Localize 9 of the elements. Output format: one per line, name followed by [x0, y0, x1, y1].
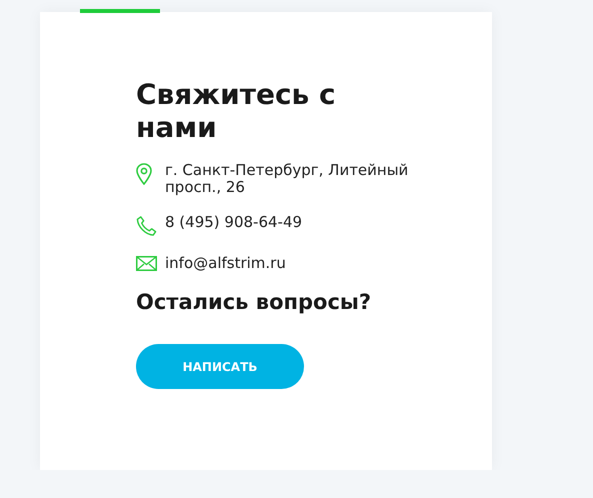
- envelope-icon: [136, 256, 157, 271]
- phone-icon: [136, 215, 157, 237]
- location-pin-icon: [136, 163, 152, 185]
- contact-text: 8 (495) 908-64-49: [165, 214, 302, 231]
- contact-heading: Свяжитесь с нами: [136, 78, 336, 144]
- contact-text: г. Санкт-Петербург, Литейный просп., 26: [165, 162, 410, 196]
- write-button[interactable]: НАПИСАТЬ: [136, 344, 304, 389]
- questions-heading: Остались вопросы?: [136, 290, 372, 314]
- contact-text: info@alfstrim.ru: [165, 255, 286, 272]
